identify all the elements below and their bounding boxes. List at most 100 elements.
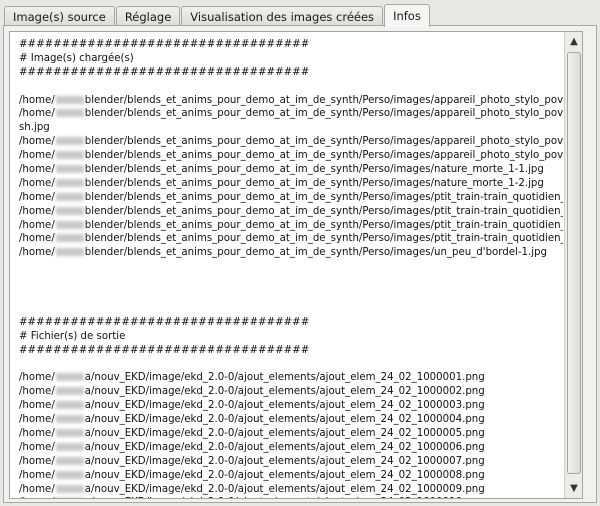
- path-rest: blender/blends_et_anims_pour_demo_at_im_…: [84, 150, 563, 162]
- path-prefix: /home/: [19, 386, 55, 398]
- output-path-line: /home/a/nouv_EKD/image/ekd_2.0-0/ajout_e…: [19, 371, 563, 385]
- path-prefix: /home/: [19, 136, 55, 148]
- path-prefix: /home/: [19, 177, 55, 189]
- redacted-username: [55, 428, 84, 437]
- tab-image-source[interactable]: Image(s) source: [4, 6, 115, 26]
- vertical-scrollbar[interactable]: ▲ ▼: [564, 32, 582, 498]
- path-prefix: /home/: [19, 372, 55, 384]
- redacted-username: [55, 206, 84, 215]
- redacted-username: [55, 192, 84, 201]
- tab-infos[interactable]: Infos: [384, 4, 430, 27]
- infos-panel: ################################## # Ima…: [3, 25, 597, 503]
- path-prefix: /home/: [19, 205, 55, 217]
- output-path-line: /home/a/nouv_EKD/image/ekd_2.0-0/ajout_e…: [19, 455, 563, 469]
- redacted-username: [55, 387, 84, 396]
- output-path-line: /home/a/nouv_EKD/image/ekd_2.0-0/ajout_e…: [19, 496, 563, 498]
- redacted-username: [55, 401, 84, 410]
- source-path-line: /home/blender/blends_et_anims_pour_demo_…: [19, 163, 563, 177]
- path-prefix: /home/: [19, 94, 55, 106]
- redacted-username: [55, 248, 84, 257]
- wrapped-continuation: sh.jpg: [19, 122, 50, 134]
- path-prefix: /home/: [19, 400, 55, 412]
- tab-reglage[interactable]: Réglage: [115, 6, 181, 26]
- path-prefix: /home/: [19, 108, 55, 120]
- source-path-line: /home/blender/blends_et_anims_pour_demo_…: [19, 94, 563, 108]
- redacted-username: [55, 456, 84, 465]
- tab-bar: Image(s) source Réglage Visualisation de…: [4, 2, 431, 27]
- path-prefix: /home/: [19, 469, 55, 481]
- redacted-username: [55, 484, 84, 493]
- redacted-username: [55, 178, 84, 187]
- redacted-username: [55, 151, 84, 160]
- path-rest: blender/blends_et_anims_pour_demo_at_im_…: [84, 247, 548, 259]
- output-heading: # Fichier(s) de sortie: [19, 330, 126, 342]
- path-rest: blender/blends_et_anims_pour_demo_at_im_…: [84, 177, 544, 189]
- path-prefix: /home/: [19, 233, 55, 245]
- path-rest: a/nouv_EKD/image/ekd_2.0-0/ajout_element…: [85, 497, 485, 498]
- path-rest: blender/blends_et_anims_pour_demo_at_im_…: [84, 108, 563, 120]
- source-paths-list: /home/blender/blends_et_anims_pour_demo_…: [19, 94, 563, 261]
- path-rest: blender/blends_et_anims_pour_demo_at_im_…: [84, 219, 563, 231]
- infos-text-content: ################################## # Ima…: [10, 32, 563, 498]
- path-prefix: /home/: [19, 219, 55, 231]
- path-prefix: /home/: [19, 455, 55, 467]
- path-rest: a/nouv_EKD/image/ekd_2.0-0/ajout_element…: [84, 455, 485, 467]
- path-rest: a/nouv_EKD/image/ekd_2.0-0/ajout_element…: [84, 386, 485, 398]
- path-rest: a/nouv_EKD/image/ekd_2.0-0/ajout_element…: [84, 441, 485, 453]
- separator-line: ##################################: [19, 344, 310, 356]
- path-prefix: /home/: [19, 164, 55, 176]
- path-prefix: /home/: [19, 150, 55, 162]
- output-path-line: /home/a/nouv_EKD/image/ekd_2.0-0/ajout_e…: [19, 483, 563, 497]
- output-path-line: /home/a/nouv_EKD/image/ekd_2.0-0/ajout_e…: [19, 427, 563, 441]
- source-path-line: /home/blender/blends_et_anims_pour_demo_…: [19, 177, 563, 191]
- output-path-line: /home/a/nouv_EKD/image/ekd_2.0-0/ajout_e…: [19, 399, 563, 413]
- redacted-username: [55, 109, 84, 118]
- source-path-line: /home/blender/blends_et_anims_pour_demo_…: [19, 232, 563, 246]
- path-rest: blender/blends_et_anims_pour_demo_at_im_…: [84, 164, 544, 176]
- path-rest: a/nouv_EKD/image/ekd_2.0-0/ajout_element…: [84, 427, 485, 439]
- source-path-line: /home/blender/blends_et_anims_pour_demo_…: [19, 219, 563, 233]
- source-path-line: /home/blender/blends_et_anims_pour_demo_…: [19, 205, 563, 219]
- scroll-up-icon[interactable]: ▲: [566, 33, 582, 50]
- redacted-username: [55, 234, 84, 243]
- path-rest: blender/blends_et_anims_pour_demo_at_im_…: [84, 136, 563, 148]
- separator-line: ##################################: [19, 66, 310, 78]
- separator-line: ##################################: [19, 39, 310, 50]
- path-rest: blender/blends_et_anims_pour_demo_at_im_…: [84, 205, 563, 217]
- path-prefix: /home/: [19, 191, 55, 203]
- path-rest: blender/blends_et_anims_pour_demo_at_im_…: [84, 233, 563, 245]
- redacted-username: [55, 95, 84, 104]
- separator-line: ##################################: [19, 316, 310, 328]
- source-path-line: /home/blender/blends_et_anims_pour_demo_…: [19, 246, 563, 260]
- redacted-username: [55, 415, 84, 424]
- source-path-line: /home/blender/blends_et_anims_pour_demo_…: [19, 191, 563, 205]
- redacted-username: [55, 220, 84, 229]
- tab-visualisation[interactable]: Visualisation des images créées: [181, 6, 384, 26]
- redacted-username: [55, 165, 84, 174]
- output-path-line: /home/a/nouv_EKD/image/ekd_2.0-0/ajout_e…: [19, 441, 563, 455]
- redacted-username: [55, 137, 84, 146]
- path-rest: a/nouv_EKD/image/ekd_2.0-0/ajout_element…: [84, 469, 485, 481]
- output-path-line: /home/a/nouv_EKD/image/ekd_2.0-0/ajout_e…: [19, 385, 563, 399]
- path-prefix: /home/: [19, 427, 55, 439]
- path-prefix: /home/: [19, 441, 55, 453]
- redacted-username: [55, 470, 84, 479]
- path-prefix: /home/: [19, 247, 55, 259]
- path-rest: blender/blends_et_anims_pour_demo_at_im_…: [84, 191, 563, 203]
- output-paths-list: /home/a/nouv_EKD/image/ekd_2.0-0/ajout_e…: [19, 371, 563, 498]
- path-prefix: /home/: [19, 414, 55, 426]
- source-path-line: /home/blender/blends_et_anims_pour_demo_…: [19, 107, 563, 121]
- redacted-username: [55, 373, 84, 382]
- path-rest: a/nouv_EKD/image/ekd_2.0-0/ajout_element…: [84, 372, 485, 384]
- path-rest: blender/blends_et_anims_pour_demo_at_im_…: [84, 94, 563, 106]
- infos-text-view[interactable]: ################################## # Ima…: [9, 31, 583, 499]
- output-path-line: /home/a/nouv_EKD/image/ekd_2.0-0/ajout_e…: [19, 469, 563, 483]
- path-prefix: /home/: [19, 483, 55, 495]
- images-heading: # Image(s) chargée(s): [19, 52, 134, 64]
- path-rest: a/nouv_EKD/image/ekd_2.0-0/ajout_element…: [84, 483, 485, 495]
- scroll-down-icon[interactable]: ▼: [566, 480, 582, 497]
- source-path-line: /home/blender/blends_et_anims_pour_demo_…: [19, 149, 563, 163]
- output-path-line: /home/a/nouv_EKD/image/ekd_2.0-0/ajout_e…: [19, 413, 563, 427]
- scrollbar-thumb[interactable]: [567, 52, 581, 474]
- source-path-line: /home/blender/blends_et_anims_pour_demo_…: [19, 135, 563, 149]
